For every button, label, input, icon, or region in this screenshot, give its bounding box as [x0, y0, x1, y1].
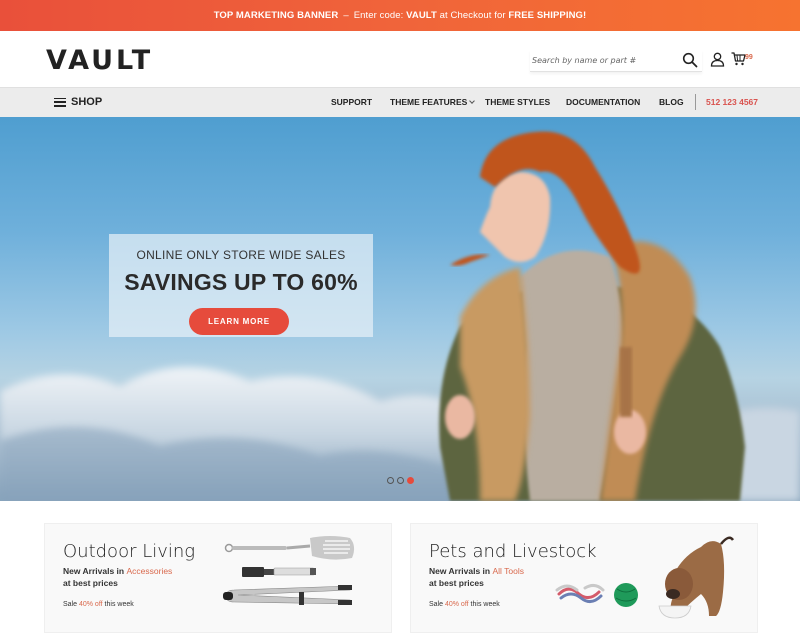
card-sale-text: Sale 40% off this week	[429, 601, 500, 608]
banner-lead: TOP MARKETING BANNER	[213, 10, 339, 21]
hamburger-icon	[54, 97, 66, 107]
search-bar	[530, 50, 702, 72]
search-input[interactable]	[530, 50, 670, 71]
pet-toys-dog-image	[555, 536, 735, 619]
shop-label: SHOP	[71, 96, 103, 108]
promo-box: ONLINE ONLY STORE WIDE SALES SAVINGS UP …	[109, 234, 373, 337]
sale-prefix: Sale	[429, 601, 444, 608]
sale-discount: 40% off	[78, 601, 103, 608]
banner-text-after: at Checkout for	[439, 10, 506, 21]
slider-pagination	[387, 477, 414, 484]
category-cards: Outdoor Living New Arrivals in Accessori…	[0, 501, 800, 633]
sale-suffix: this week	[470, 601, 500, 608]
nav-item-theme-styles[interactable]: THEME STYLES	[485, 97, 550, 107]
top-marketing-banner: TOP MARKETING BANNER – Enter code: VAULT…	[0, 0, 800, 31]
card-subtitle-2: at best prices	[429, 578, 484, 588]
card-subtitle-2: at best prices	[63, 578, 118, 588]
card-subtitle: New Arrivals in Accessories	[63, 566, 172, 576]
site-header: VAULT 99	[0, 31, 800, 87]
cart-count-badge: 99	[745, 54, 753, 61]
nav-divider	[695, 94, 696, 110]
promo-subtitle: ONLINE ONLY STORE WIDE SALES	[136, 248, 346, 262]
nav-item-documentation[interactable]: DOCUMENTATION	[566, 97, 640, 107]
nav-item-support[interactable]: SUPPORT	[331, 97, 372, 107]
hero-slider: ONLINE ONLY STORE WIDE SALES SAVINGS UP …	[0, 117, 800, 501]
banner-code: VAULT	[406, 10, 437, 21]
sale-discount: 40% off	[444, 601, 469, 608]
promo-title: SAVINGS UP TO 60%	[124, 269, 358, 295]
nav-item-label: THEME FEATURES	[390, 97, 468, 107]
phone-number-link[interactable]: 512 123 4567	[706, 97, 758, 107]
card-pets-livestock[interactable]: Pets and Livestock New Arrivals in All T…	[410, 523, 758, 633]
card-category-link[interactable]: All Tools	[492, 566, 524, 576]
card-title: Outdoor Living	[63, 541, 196, 562]
slide-dot-3-active[interactable]	[407, 477, 414, 484]
chevron-down-icon	[469, 98, 476, 104]
banner-separator: –	[343, 10, 349, 21]
search-icon[interactable]	[682, 52, 698, 68]
sale-suffix: this week	[104, 601, 134, 608]
card-subtitle-prefix: New Arrivals in	[429, 566, 491, 576]
slide-dot-2[interactable]	[397, 477, 404, 484]
shop-menu-button[interactable]: SHOP	[54, 96, 102, 108]
logo[interactable]: VAULT	[46, 45, 153, 76]
main-nav: SHOP SUPPORT THEME FEATURES THEME STYLES…	[0, 87, 800, 117]
nav-item-blog[interactable]: BLOG	[659, 97, 684, 107]
nav-item-theme-features[interactable]: THEME FEATURES	[390, 97, 476, 107]
slide-dot-1[interactable]	[387, 477, 394, 484]
sale-prefix: Sale	[63, 601, 78, 608]
card-subtitle-prefix: New Arrivals in	[63, 566, 125, 576]
hero-woman-image	[439, 131, 745, 501]
banner-highlight: FREE SHIPPING!	[508, 10, 587, 21]
user-icon[interactable]	[710, 52, 725, 67]
card-subtitle: New Arrivals in All Tools	[429, 566, 524, 576]
banner-text: Enter code:	[353, 10, 404, 21]
card-outdoor-living[interactable]: Outdoor Living New Arrivals in Accessori…	[44, 523, 392, 633]
card-category-link[interactable]: Accessories	[126, 566, 172, 576]
learn-more-button[interactable]: LEARN MORE	[189, 308, 289, 335]
bbq-tools-image	[223, 536, 355, 605]
card-sale-text: Sale 40% off this week	[63, 601, 134, 608]
cart-icon[interactable]	[731, 52, 746, 66]
